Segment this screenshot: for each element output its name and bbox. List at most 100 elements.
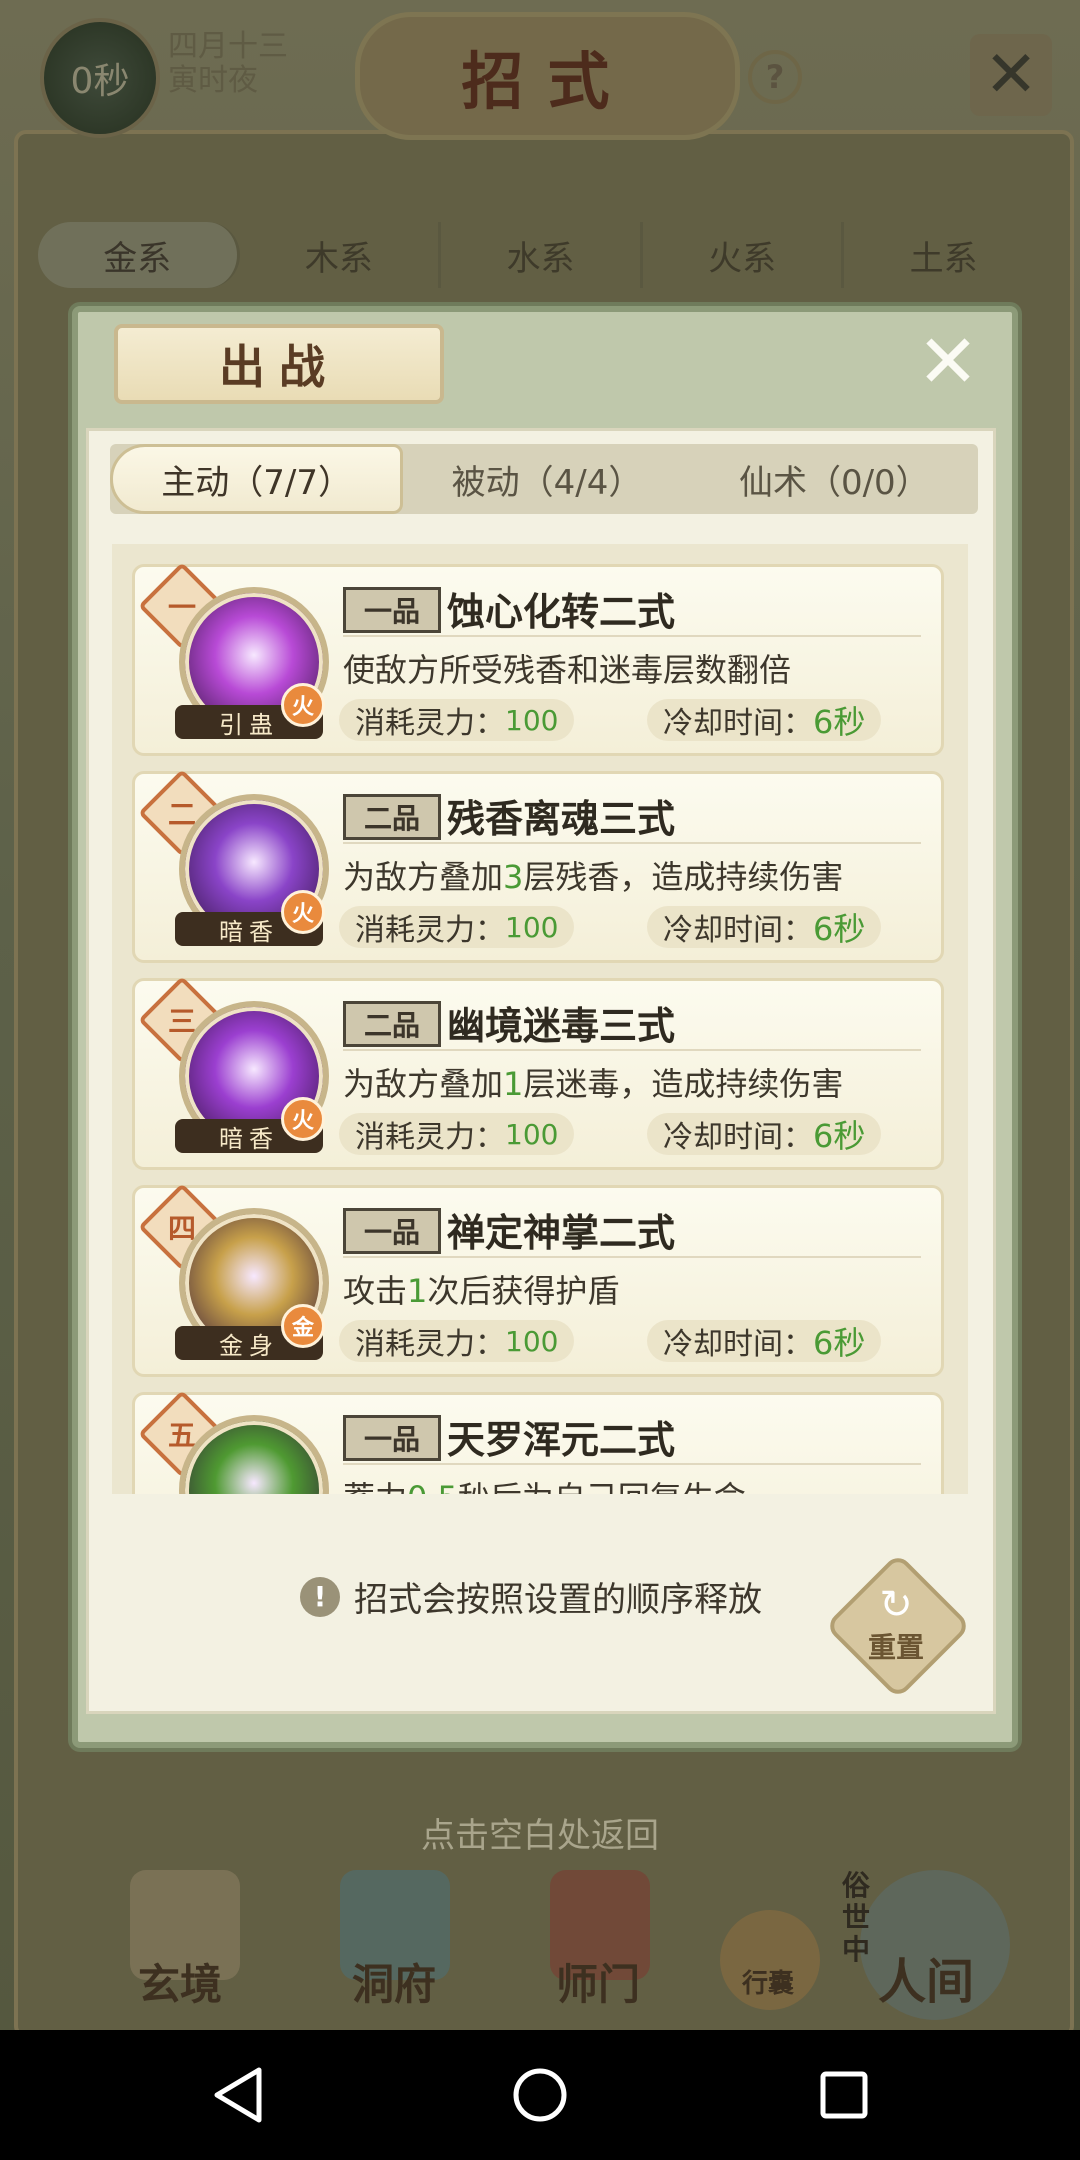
recents-button[interactable] — [784, 2030, 904, 2160]
help-button[interactable]: ? — [748, 50, 802, 104]
tab-active-skills[interactable]: 主动（7/7） — [110, 444, 404, 514]
mana-cost-value: 100 — [505, 1117, 559, 1151]
cooldown-label: 冷却时间： — [663, 706, 813, 741]
top-close-button[interactable]: ✕ — [970, 34, 1052, 116]
cooldown-value: 6秒 — [813, 1324, 866, 1362]
mana-cost-label: 消耗灵力： — [355, 706, 505, 741]
cooldown: 冷却时间： 6秒 — [647, 699, 882, 741]
cooldown-label: 冷却时间： — [663, 1327, 813, 1362]
cooldown-label: 冷却时间： — [663, 913, 813, 948]
nav-dongfu[interactable]: 洞府 — [352, 1951, 436, 2012]
page-title: 招式 — [355, 12, 740, 140]
cooldown-label: 冷却时间： — [663, 1120, 813, 1155]
skill-description: 为敌方叠加3层残香，造成持续伤害 — [343, 852, 843, 898]
tab-water[interactable]: 水系 — [441, 222, 643, 288]
modal-title: 出战 — [114, 324, 444, 404]
tab-passive-skills[interactable]: 被动（4/4） — [403, 444, 690, 514]
skill-desc-part: 为敌方叠加 — [343, 858, 504, 896]
tab-metal[interactable]: 金系 — [38, 222, 240, 288]
skill-card[interactable]: 三暗香火二品 幽境迷毒三式 为敌方叠加1层迷毒，造成持续伤害 消耗灵力： 100 冷却时间… — [132, 976, 944, 1170]
skill-name: 天罗浑元二式 — [447, 1418, 676, 1462]
skill-description: 为敌方叠加1层迷毒，造成持续伤害 — [343, 1059, 843, 1105]
home-circle-icon — [513, 2068, 567, 2122]
tab-immortal-arts[interactable]: 仙术（0/0） — [691, 444, 978, 514]
nav-xuanjing[interactable]: 玄境 — [138, 1951, 222, 2012]
nav-xingnang[interactable]: 行囊 — [742, 1963, 794, 2000]
divider — [343, 842, 921, 844]
mana-cost-value: 100 — [505, 910, 559, 944]
skill-grade: 一品 — [343, 587, 441, 633]
date-line-2: 寅时夜 — [168, 63, 258, 98]
cooldown-value: 6秒 — [813, 1117, 866, 1155]
order-note: ! 招式会按照设置的顺序释放 — [300, 1572, 762, 1621]
mana-cost: 消耗灵力： 100 — [339, 699, 575, 741]
element-badge: 火 — [281, 683, 325, 727]
skill-card[interactable]: 四金身金一品 禅定神掌二式 攻击1次后获得护盾 消耗灵力： 100 冷却时间： 6秒 — [132, 1183, 944, 1377]
tab-wood[interactable]: 木系 — [240, 222, 442, 288]
cooldown-value: 6秒 — [813, 910, 866, 948]
divider — [343, 635, 921, 637]
exclamation-icon: ! — [300, 1576, 340, 1617]
skill-desc-part: 1 — [503, 1065, 524, 1103]
skill-card[interactable]: 二暗香火二品 残香离魂三式 为敌方叠加3层残香，造成持续伤害 消耗灵力： 100 冷却时间… — [132, 769, 944, 963]
mana-cost-label: 消耗灵力： — [355, 1327, 505, 1362]
skill-desc-part: 0.5 — [407, 1479, 458, 1494]
skill-grade: 一品 — [343, 1208, 441, 1254]
divider — [343, 1256, 921, 1258]
mana-cost-label: 消耗灵力： — [355, 1120, 505, 1155]
mana-cost-value: 100 — [505, 1324, 559, 1358]
modal-close-button[interactable]: ✕ — [912, 325, 984, 399]
skill-grade: 二品 — [343, 1001, 441, 1047]
back-button[interactable] — [178, 2030, 298, 2160]
skill-description: 蓄力0.5秒后为自己回复生命 — [343, 1473, 746, 1494]
tab-fire[interactable]: 火系 — [643, 222, 845, 288]
skill-desc-part: 为敌方叠加 — [343, 1065, 504, 1103]
realm-tag: 俗世中 — [842, 1869, 871, 1966]
skill-type-tabs: 主动（7/7） 被动（4/4） 仙术（0/0） — [110, 444, 978, 514]
system-navigation-bar — [0, 2030, 1080, 2160]
timer-badge: 0秒 — [40, 18, 160, 138]
refresh-icon: ↻ — [879, 1582, 913, 1628]
recents-square-icon — [820, 2071, 868, 2119]
divider — [343, 1049, 921, 1051]
skill-desc-part: 蓄力 — [343, 1479, 407, 1494]
top-bar: 0秒 四月十三 寅时夜 招式 ? ✕ — [0, 0, 1080, 140]
nav-renjian[interactable]: 人间 — [878, 1942, 974, 2012]
tap-blank-to-return-hint[interactable]: 点击空白处返回 — [0, 1808, 1080, 1857]
skill-desc-part: 次后获得护盾 — [427, 1272, 620, 1310]
skill-grade: 二品 — [343, 794, 441, 840]
skill-desc-part: 1 — [407, 1272, 428, 1310]
mana-cost: 消耗灵力： 100 — [339, 1320, 575, 1362]
skill-card[interactable]: 五一品天罗浑元二式蓄力0.5秒后为自己回复生命消耗灵力：100冷却时间：6秒 — [132, 1390, 944, 1494]
mana-cost-value: 100 — [505, 703, 559, 737]
skill-name: 禅定神掌二式 — [447, 1211, 676, 1255]
skill-desc-part: 秒后为自己回复生命 — [458, 1479, 746, 1494]
return-hint-text: 点击空白处返回 — [421, 1816, 659, 1856]
nav-shimen[interactable]: 师门 — [556, 1951, 640, 2012]
back-triangle-icon — [214, 2067, 262, 2123]
skill-description: 攻击1次后获得护盾 — [343, 1266, 619, 1312]
skill-card[interactable]: 一引蛊火一品 蚀心化转二式 使敌方所受残香和迷毒层数翻倍 消耗灵力： 100 冷却时间： 6… — [132, 562, 944, 756]
element-badge: 火 — [281, 1097, 325, 1141]
bottom-nav: 玄境 洞府 师门 行囊 人间 俗世中 — [0, 1870, 1080, 2030]
cooldown: 冷却时间： 6秒 — [647, 906, 882, 948]
divider — [343, 1463, 921, 1465]
skill-name: 幽境迷毒三式 — [447, 1004, 676, 1048]
date-line-1: 四月十三 — [168, 29, 288, 64]
skill-description: 使敌方所受残香和迷毒层数翻倍 — [343, 645, 791, 691]
element-tabs: 金系 木系 水系 火系 土系 — [38, 222, 1043, 288]
tab-earth[interactable]: 土系 — [844, 222, 1043, 288]
cooldown-value: 6秒 — [813, 703, 866, 741]
mana-cost-label: 消耗灵力： — [355, 913, 505, 948]
skill-name: 蚀心化转二式 — [447, 590, 676, 634]
skill-list[interactable]: 一引蛊火一品 蚀心化转二式 使敌方所受残香和迷毒层数翻倍 消耗灵力： 100 冷却时间： 6… — [112, 544, 968, 1494]
date-text: 四月十三 寅时夜 — [168, 30, 288, 98]
order-note-text: 招式会按照设置的顺序释放 — [354, 1580, 762, 1620]
skill-desc-part: 攻击 — [343, 1272, 408, 1310]
element-badge: 火 — [281, 890, 325, 934]
mana-cost: 消耗灵力： 100 — [339, 906, 575, 948]
home-button[interactable] — [480, 2030, 600, 2160]
cooldown: 冷却时间： 6秒 — [647, 1113, 882, 1155]
skill-desc-part: 层残香，造成持续伤害 — [523, 858, 844, 896]
mana-cost: 消耗灵力： 100 — [339, 1113, 575, 1155]
